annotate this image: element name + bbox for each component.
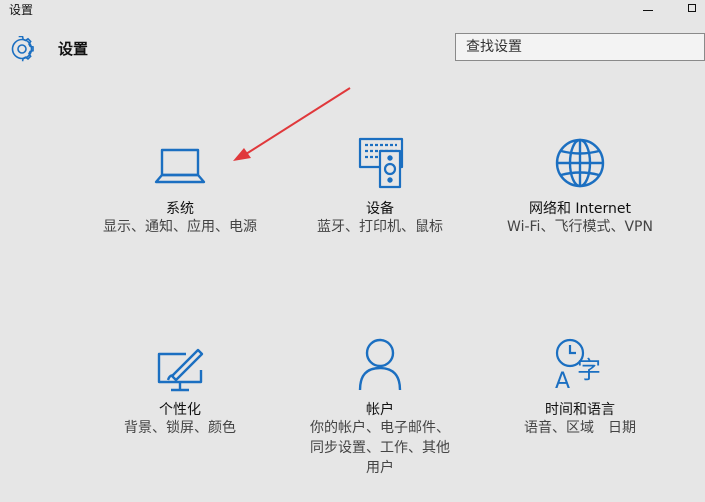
tile-time-language-title: 时间和语言 (545, 402, 615, 418)
tile-network-description: Wi-Fi、飞行模式、VPN (507, 219, 653, 235)
svg-text:字: 字 (577, 356, 601, 384)
minimize-icon (643, 9, 653, 11)
tile-accounts-title: 帐户 (366, 402, 394, 418)
tile-accounts[interactable]: 帐户 你的帐户、电子邮件、同步设置、工作、其他用户 (285, 336, 475, 476)
globe-icon (555, 138, 605, 188)
svg-text:A: A (555, 369, 570, 392)
personalization-icon (157, 348, 204, 392)
laptop-icon (154, 148, 206, 184)
tile-devices-title: 设备 (366, 201, 394, 217)
title-bar: 设置 (0, 0, 705, 18)
tile-time-language[interactable]: A 字 时间和语言 语音、区域 日期 (485, 336, 675, 446)
tile-network[interactable]: 网络和 Internet Wi-Fi、飞行模式、VPN (485, 136, 675, 246)
tile-personalization-description: 背景、锁屏、颜色 (124, 420, 236, 436)
maximize-button[interactable] (680, 0, 704, 16)
tile-accounts-description: 你的帐户、电子邮件、同步设置、工作、其他用户 (310, 420, 450, 476)
tile-system-title: 系统 (166, 201, 194, 217)
tile-devices-description: 蓝牙、打印机、鼠标 (317, 219, 443, 235)
person-icon (358, 338, 402, 391)
search-box[interactable] (455, 33, 705, 61)
tile-personalization[interactable]: 个性化 背景、锁屏、颜色 (85, 340, 275, 450)
tile-network-title: 网络和 Internet (528, 201, 632, 217)
devices-icon (358, 137, 404, 189)
maximize-icon (688, 4, 696, 12)
time-language-icon: A 字 (555, 338, 601, 392)
tile-time-language-description: 语音、区域 日期 (524, 420, 636, 436)
tile-system-description: 显示、通知、应用、电源 (103, 219, 257, 235)
minimize-button[interactable] (636, 0, 660, 16)
tile-system[interactable]: 系统 显示、通知、应用、电源 (85, 140, 275, 260)
tile-devices[interactable]: 设备 蓝牙、打印机、鼠标 (285, 135, 475, 245)
tile-personalization-title: 个性化 (159, 402, 201, 418)
gear-icon (11, 36, 34, 62)
window-title: 设置 (9, 3, 34, 17)
search-input[interactable] (456, 34, 704, 60)
page-title: 设置 (58, 40, 89, 58)
